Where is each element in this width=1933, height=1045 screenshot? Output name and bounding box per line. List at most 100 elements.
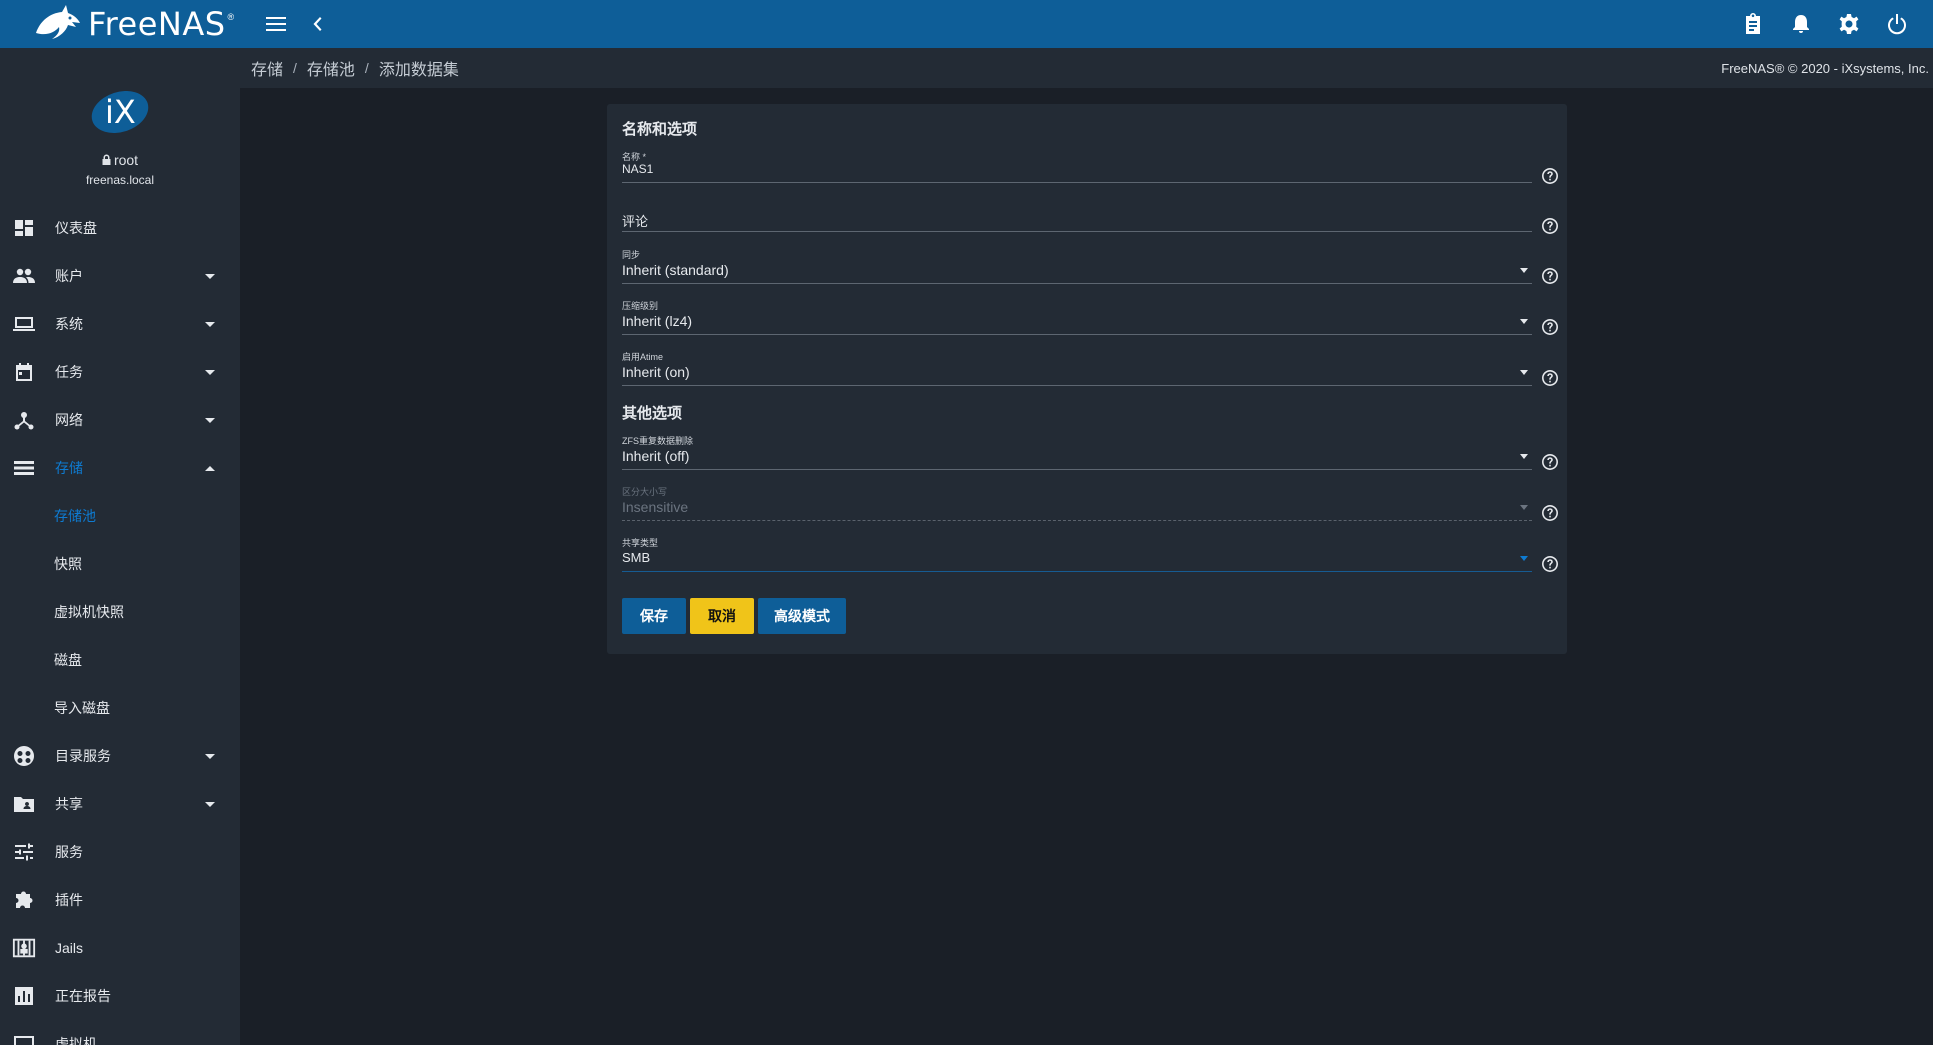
chevron-left-icon[interactable] <box>305 12 329 36</box>
sidebar-item-label: 快照 <box>54 556 82 572</box>
sidebar-item-import-disk[interactable]: 导入磁盘 <box>0 684 240 732</box>
chevron-down-icon <box>205 753 215 759</box>
chevron-down-icon <box>205 321 215 327</box>
case-sensitivity-select: 区分大小写 Insensitive <box>622 485 1559 529</box>
sidebar-item-storage[interactable]: 存储 <box>0 444 240 492</box>
breadcrumb-separator: / <box>293 60 297 76</box>
field-label: 区分大小写 <box>622 487 668 497</box>
dropdown-arrow-icon <box>1520 505 1528 510</box>
sync-select[interactable]: 同步 Inherit (standard) <box>622 248 1559 292</box>
help-icon[interactable] <box>1541 369 1559 387</box>
atime-select[interactable]: 启用Atime Inherit (on) <box>622 350 1559 394</box>
directory-icon <box>12 744 36 768</box>
sidebar-item-virtual-machines[interactable]: 虚拟机 <box>0 1020 240 1045</box>
calendar-icon <box>12 360 36 384</box>
sidebar-item-label: 插件 <box>55 892 83 908</box>
dataset-name-field[interactable]: 名称 * NAS1 <box>622 150 1559 192</box>
breadcrumb-bar: 存储 / 存储池 / 添加数据集 FreeNAS® © 2020 - iXsys… <box>240 48 1933 88</box>
sidebar-item-label: 账户 <box>55 268 83 284</box>
menu-icon[interactable] <box>264 12 288 36</box>
field-label: ZFS重复数据删除 <box>622 436 693 446</box>
sync-value: Inherit (standard) <box>622 262 729 278</box>
sidebar-item-network[interactable]: 网络 <box>0 396 240 444</box>
help-icon[interactable] <box>1541 217 1559 235</box>
dedup-select[interactable]: ZFS重复数据删除 Inherit (off) <box>622 434 1559 478</box>
sidebar-item-label: 虚拟机 <box>55 1036 97 1045</box>
sidebar-item-vm-snapshots[interactable]: 虚拟机快照 <box>0 588 240 636</box>
sidebar-item-disks[interactable]: 磁盘 <box>0 636 240 684</box>
sidebar-item-dashboard[interactable]: 仪表盘 <box>0 204 240 252</box>
chevron-down-icon <box>205 273 215 279</box>
sidebar-item-system[interactable]: 系统 <box>0 300 240 348</box>
breadcrumb-storage[interactable]: 存储 <box>251 56 283 80</box>
ixsystems-logo: iX <box>91 90 149 134</box>
hostname: freenas.local <box>85 173 155 187</box>
compression-select[interactable]: 压缩级别 Inherit (lz4) <box>622 299 1559 343</box>
save-button[interactable]: 保存 <box>622 598 686 634</box>
dashboard-icon <box>12 216 36 240</box>
dedup-value: Inherit (off) <box>622 448 690 464</box>
sidebar-item-sharing[interactable]: 共享 <box>0 780 240 828</box>
sidebar-item-services[interactable]: 服务 <box>0 828 240 876</box>
svg-text:iX: iX <box>105 93 136 131</box>
sidebar-item-label: 服务 <box>55 844 83 860</box>
bell-icon[interactable] <box>1789 12 1813 36</box>
sidebar-item-reporting[interactable]: 正在报告 <box>0 972 240 1020</box>
share-type-value: SMB <box>622 550 651 565</box>
section-title-other-options: 其他选项 <box>622 405 683 422</box>
power-icon[interactable] <box>1885 12 1909 36</box>
breadcrumb-pools[interactable]: 存储池 <box>307 56 355 80</box>
field-underline <box>622 385 1532 386</box>
field-underline <box>622 182 1532 183</box>
help-icon[interactable] <box>1541 453 1559 471</box>
case-sensitivity-value: Insensitive <box>622 499 689 515</box>
cancel-button[interactable]: 取消 <box>690 598 754 634</box>
comment-label: 评论 <box>622 214 649 229</box>
field-underline <box>622 571 1532 572</box>
share-folder-icon <box>12 792 36 816</box>
comment-field[interactable]: 评论 <box>622 200 1559 242</box>
help-icon[interactable] <box>1541 555 1559 573</box>
chevron-up-icon <box>205 465 215 471</box>
field-label: 同步 <box>622 250 641 260</box>
chevron-down-icon <box>205 417 215 423</box>
help-icon[interactable] <box>1541 267 1559 285</box>
help-icon[interactable] <box>1541 167 1559 185</box>
sidebar-item-label: 网络 <box>55 412 83 428</box>
network-icon <box>12 408 36 432</box>
username: root <box>113 152 139 168</box>
jail-icon <box>12 936 36 960</box>
sidebar-item-plugins[interactable]: 插件 <box>0 876 240 924</box>
sidebar-item-accounts[interactable]: 账户 <box>0 252 240 300</box>
breadcrumb: 存储 / 存储池 / 添加数据集 <box>251 48 459 88</box>
share-type-select[interactable]: 共享类型 SMB <box>622 536 1559 580</box>
sidebar-item-label: 任务 <box>55 364 83 380</box>
sidebar-item-label: 正在报告 <box>55 988 111 1004</box>
sidebar-item-jails[interactable]: Jails <box>0 924 240 972</box>
chart-icon <box>12 984 36 1008</box>
freenas-shark-icon <box>36 5 80 39</box>
sidebar-item-label: 存储池 <box>54 508 96 524</box>
top-bar: FreeNAS ® <box>0 0 1933 48</box>
user-profile: iX root freenas.local <box>0 48 240 198</box>
sidebar-item-snapshots[interactable]: 快照 <box>0 540 240 588</box>
clipboard-icon[interactable] <box>1741 12 1765 36</box>
help-icon[interactable] <box>1541 318 1559 336</box>
freenas-logo[interactable]: FreeNAS ® <box>32 0 234 48</box>
sidebar-item-label: 导入磁盘 <box>54 700 110 716</box>
gear-icon[interactable] <box>1837 12 1861 36</box>
brand-registered-mark: ® <box>227 12 235 22</box>
sidebar-item-pools[interactable]: 存储池 <box>0 492 240 540</box>
advanced-mode-button[interactable]: 高级模式 <box>758 598 846 634</box>
copyright-notice: FreeNAS® © 2020 - iXsystems, Inc. <box>1721 60 1929 76</box>
add-dataset-form: 名称和选项 名称 * NAS1 评论 同步 Inherit (standard)… <box>607 104 1567 654</box>
sidebar-item-directory-services[interactable]: 目录服务 <box>0 732 240 780</box>
field-underline <box>622 334 1532 335</box>
puzzle-icon <box>12 888 36 912</box>
sidebar-item-label: 存储 <box>55 460 83 476</box>
sidebar-item-tasks[interactable]: 任务 <box>0 348 240 396</box>
dataset-name-input[interactable]: NAS1 <box>622 162 653 176</box>
help-icon[interactable] <box>1541 504 1559 522</box>
field-label: 启用Atime <box>622 352 664 362</box>
field-underline <box>622 520 1532 521</box>
